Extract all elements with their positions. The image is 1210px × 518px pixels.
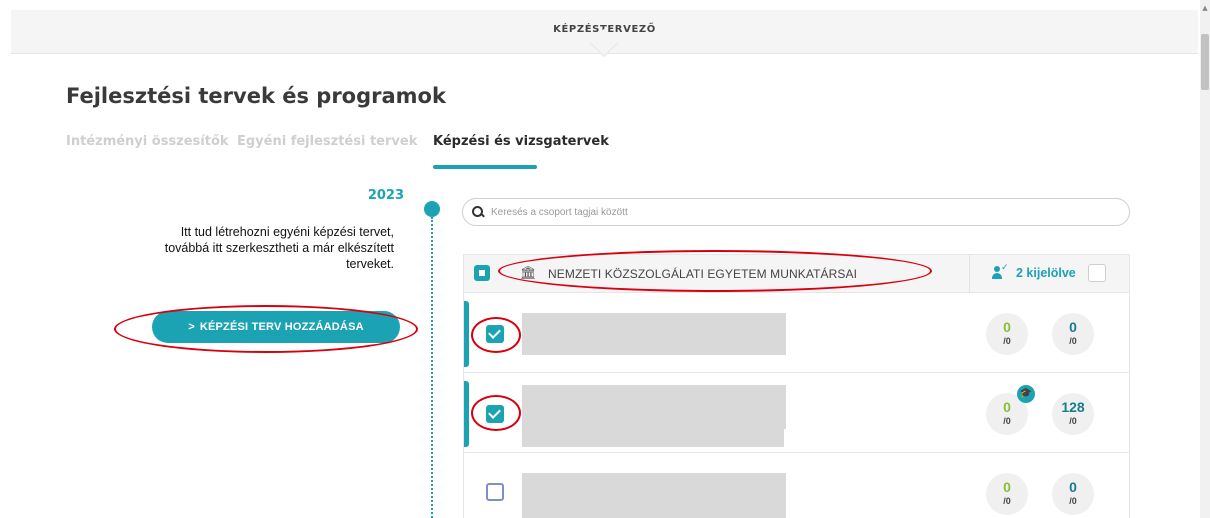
member-row[interactable]: 0/0 0/0	[464, 293, 1129, 373]
scrollbar-thumb[interactable]	[1201, 34, 1209, 90]
intro-line-1: Itt tud létrehozni egyéni képzési tervet…	[180, 225, 394, 239]
redacted-member-name	[522, 313, 786, 355]
intro-line-2: továbbá itt szerkesztheti a már elkészít…	[164, 241, 394, 255]
intro-line-3: terveket.	[346, 257, 394, 271]
member-checkbox[interactable]	[486, 405, 504, 423]
redacted-member-detail	[522, 429, 784, 447]
search-input[interactable]	[491, 206, 1091, 218]
redacted-member-name	[522, 385, 786, 429]
row-selected-accent	[464, 301, 469, 367]
stat-circle-1: 0/0	[986, 473, 1028, 515]
row-selected-accent	[464, 381, 469, 447]
member-checkbox[interactable]	[486, 483, 504, 501]
selected-count: 2 kijelölve	[1016, 266, 1076, 280]
page-scrollbar[interactable]: ▲	[1200, 0, 1210, 518]
stat-circle-1: 0/0	[986, 313, 1028, 355]
group-name: NEMZETI KÖZSZOLGÁLATI EGYETEM MUNKATÁRSA…	[548, 267, 858, 281]
member-search-bar[interactable]	[462, 198, 1130, 226]
member-checkbox[interactable]	[486, 325, 504, 343]
active-tab-indicator	[433, 165, 537, 169]
member-row[interactable]: 0/0 0/0	[464, 453, 1129, 518]
stat-circle-2: 0/0	[1052, 313, 1094, 355]
tab-training-and-exam-plans[interactable]: Képzési és vizsgatervek	[433, 134, 609, 149]
stat-circle-2: 0/0	[1052, 473, 1094, 515]
header-toggle-checkbox[interactable]	[1088, 264, 1106, 282]
timeline-year: 2023	[367, 188, 404, 203]
intro-text: Itt tud létrehozni egyéni képzési tervet…	[60, 224, 394, 272]
group-members-panel: 🏛 NEMZETI KÖZSZOLGÁLATI EGYETEM MUNKATÁR…	[463, 254, 1130, 518]
chevron-right-icon: >	[188, 321, 195, 333]
user-check-icon: ✓	[992, 263, 1010, 280]
stat-circle-2: 128/0	[1052, 393, 1094, 435]
member-row[interactable]: 0/0 🎓 128/0	[464, 373, 1129, 453]
group-header: 🏛 NEMZETI KÖZSZOLGÁLATI EGYETEM MUNKATÁR…	[464, 255, 1129, 293]
timeline-dot	[424, 201, 440, 217]
graduation-cap-icon: 🎓	[1017, 385, 1035, 403]
scroll-up-icon[interactable]: ▲	[1201, 4, 1209, 14]
tab-individual-development-plans[interactable]: Egyéni fejlesztési tervek	[237, 134, 417, 149]
header-divider	[969, 255, 970, 293]
add-training-plan-label: KÉPZÉSI TERV HOZZÁADÁSA	[199, 321, 364, 333]
page-title: Fejlesztési tervek és programok	[66, 84, 446, 108]
tab-institutional-summaries[interactable]: Intézményi összesítők	[66, 134, 229, 149]
add-training-plan-button[interactable]: > KÉPZÉSI TERV HOZZÁADÁSA	[152, 311, 400, 343]
search-icon	[471, 205, 485, 219]
timeline-line	[431, 217, 433, 518]
institution-icon: 🏛	[520, 266, 537, 281]
select-all-checkbox[interactable]	[474, 265, 490, 281]
redacted-member-name	[522, 473, 786, 518]
